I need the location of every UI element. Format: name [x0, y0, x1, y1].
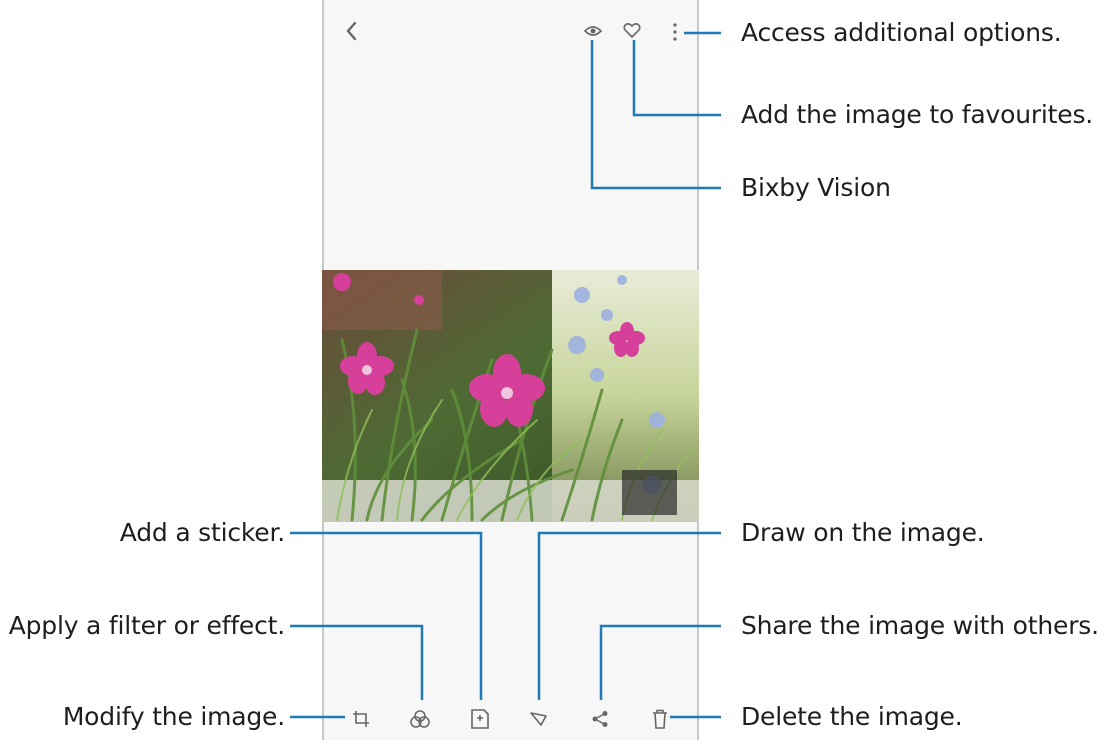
flower-photo-illustration — [322, 270, 699, 522]
callout-favourite: Add the image to favourites. — [741, 100, 1094, 129]
back-chevron-icon[interactable] — [343, 20, 361, 42]
draw-icon[interactable] — [529, 711, 549, 727]
callout-more-options: Access additional options. — [741, 18, 1062, 47]
edit-icon[interactable] — [352, 710, 370, 728]
sticker-icon[interactable] — [471, 709, 489, 729]
callout-delete: Delete the image. — [741, 702, 963, 731]
callout-filter: Apply a filter or effect. — [8, 611, 285, 640]
share-icon[interactable] — [591, 710, 609, 728]
callout-share: Share the image with others. — [741, 611, 1099, 640]
callout-sticker: Add a sticker. — [119, 518, 285, 547]
callout-draw: Draw on the image. — [741, 518, 985, 547]
more-options-icon[interactable] — [672, 22, 678, 42]
callout-modify: Modify the image. — [62, 702, 285, 731]
filter-icon[interactable] — [410, 710, 430, 728]
eye-icon[interactable] — [584, 24, 602, 38]
gallery-photo — [322, 270, 699, 522]
heart-icon[interactable] — [623, 22, 641, 39]
delete-icon[interactable] — [652, 709, 668, 729]
callout-bixby-vision: Bixby Vision — [741, 173, 891, 202]
